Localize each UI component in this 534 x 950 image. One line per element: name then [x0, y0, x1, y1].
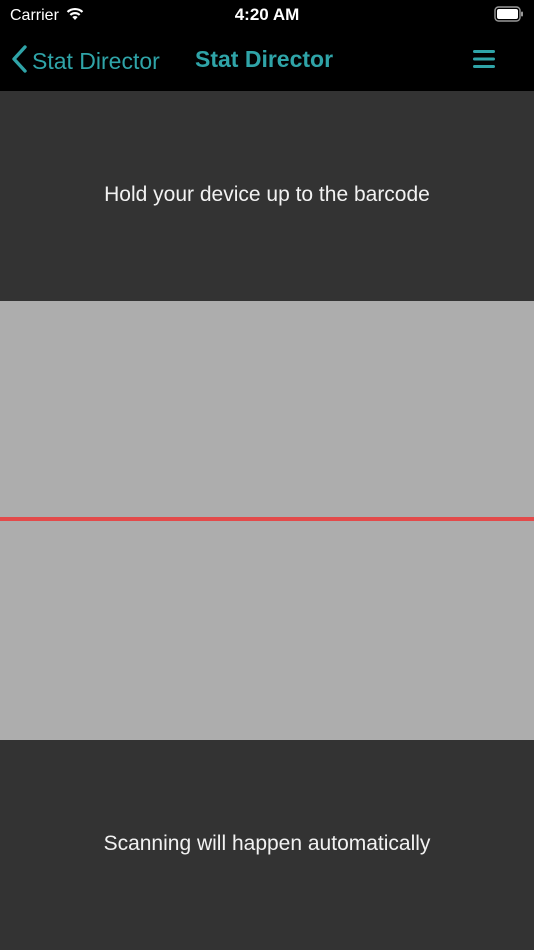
barcode-viewfinder — [0, 301, 534, 740]
page-title: Stat Director — [195, 46, 334, 72]
back-button-label: Stat Director — [32, 48, 160, 74]
instruction-panel: Hold your device up to the barcode — [0, 91, 534, 301]
status-bar: Carrier 4:20 AM — [0, 0, 534, 32]
auto-scan-panel: Scanning will happen automatically — [0, 740, 534, 950]
auto-scan-note: Scanning will happen automatically — [103, 832, 431, 855]
scan-line — [0, 517, 534, 521]
navigation-bar: Stat Director Stat Director — [0, 32, 534, 91]
back-button[interactable]: Stat Director — [10, 44, 160, 79]
hamburger-menu-icon — [472, 50, 496, 74]
scan-instruction: Hold your device up to the barcode — [104, 183, 430, 206]
battery-icon — [494, 6, 524, 22]
status-time: 4:20 AM — [234, 5, 300, 24]
chevron-left-icon — [10, 44, 28, 79]
menu-button[interactable] — [472, 48, 496, 70]
